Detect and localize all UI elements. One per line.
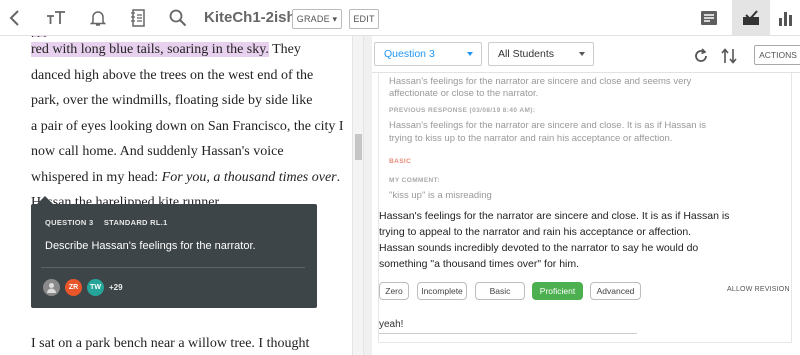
standard-label: STANDARD RL.1 [103, 218, 168, 227]
grade-label: GRADE [296, 14, 330, 24]
previous-response-line-1: Hassan's feelings for the narrator are s… [389, 120, 707, 131]
question-text: Describe Hassan's feelings for the narra… [45, 240, 256, 252]
grading-tab[interactable] [732, 0, 770, 35]
sort-icon[interactable] [720, 44, 738, 68]
text-line-6-pre: whispered in my head: [31, 169, 162, 185]
responses-tab[interactable] [690, 0, 728, 35]
reader-scrollbar[interactable] [352, 36, 364, 355]
more-students-count[interactable]: +29 [109, 283, 123, 292]
previous-response-line-2: trying to kiss up to the narrator and ra… [389, 133, 673, 144]
text-line-2: danced high above the trees on the west … [31, 67, 314, 83]
score-advanced-button[interactable]: Advanced [590, 282, 641, 300]
refresh-icon[interactable] [692, 44, 710, 68]
score-zero-button[interactable]: Zero [379, 282, 409, 300]
avatar[interactable] [43, 279, 60, 296]
grade-dropdown[interactable]: GRADE ▾ [292, 9, 342, 29]
text-line-6: whispered in my head: For you, a thousan… [31, 165, 341, 191]
highlighted-text[interactable]: red with long blue tails, soaring in the… [31, 42, 269, 57]
edit-button[interactable]: EDIT [349, 9, 379, 29]
scrollbar-thumb[interactable] [355, 134, 362, 160]
popover-meta: QUESTION 3 STANDARD RL.1 [45, 218, 176, 227]
text-line-1-rest: They [268, 42, 301, 57]
history-response-line-2: affectionate or close to the narrator. [389, 88, 539, 99]
stats-tab[interactable] [772, 0, 800, 35]
students-select[interactable]: All Students [488, 42, 594, 66]
question-select[interactable]: Question 3 [374, 42, 482, 66]
notebook-icon[interactable] [128, 6, 148, 30]
current-response-line: trying to appeal to the narrator and rai… [379, 226, 692, 238]
students-select-value: All Students [498, 48, 555, 60]
current-response-line: Hassan's feelings for the narrator are s… [379, 210, 730, 222]
text-size-icon[interactable] [44, 6, 68, 30]
current-response-line: Hassan sounds incredibly devoted to the … [379, 242, 699, 254]
current-response: Hassan's feelings for the narrator are s… [379, 208, 779, 272]
document-title: KiteCh1-2ish [204, 9, 296, 26]
back-icon[interactable] [6, 6, 24, 30]
question-select-value: Question 3 [384, 48, 435, 60]
allow-revision-link[interactable]: ALLOW REVISION [727, 286, 790, 293]
bar-chart-icon [779, 11, 792, 26]
score-proficient-button[interactable]: Proficient [532, 282, 583, 300]
text-line-4: a pair of eyes looking down on San Franc… [31, 118, 344, 134]
avatar[interactable]: ZR [65, 279, 82, 296]
popover-divider [41, 267, 305, 268]
previous-score-label: BASIC [389, 158, 412, 165]
previous-response-label: PREVIOUS RESPONSE (03/08/19 8:40 AM): [389, 107, 536, 114]
checkmark-inbox-icon [743, 9, 759, 25]
score-incomplete-button[interactable]: Incomplete [417, 282, 467, 300]
avatar[interactable]: TW [87, 279, 104, 296]
current-response-line: something "a thousand times over" for hi… [379, 258, 580, 270]
responses-icon [701, 10, 717, 25]
text-line-6-italic: For you, a thousand times over [161, 169, 337, 185]
grading-panel: Question 3 All Students ACTIONS Hassan's… [372, 36, 800, 355]
reader-pane: [?] red with long blue tails, soaring in… [0, 36, 352, 355]
search-icon[interactable] [168, 6, 188, 30]
text-line-1: red with long blue tails, soaring in the… [31, 37, 341, 63]
bell-icon[interactable] [88, 6, 108, 30]
score-basic-button[interactable]: Basic [475, 282, 525, 300]
comment-input[interactable]: yeah! [379, 312, 637, 334]
text-line-bottom: I sat on a park bench near a willow tree… [31, 336, 310, 351]
text-line-6-post: . [336, 169, 341, 185]
question-popover[interactable]: QUESTION 3 STANDARD RL.1 Describe Hassan… [31, 196, 317, 308]
text-line-3: park, over the windmills, floating side … [31, 93, 313, 108]
question-number-label: QUESTION 3 [45, 218, 94, 227]
my-comment-text: "kiss up" is a misreading [389, 190, 492, 201]
reader-text: [?] red with long blue tails, soaring in… [31, 36, 344, 231]
top-toolbar: KiteCh1-2ish GRADE ▾ EDIT [0, 0, 800, 36]
my-comment-label: MY COMMENT: [389, 177, 440, 184]
chevron-down-icon [467, 52, 473, 56]
text-line-5: now call home. And suddenly Hassan's voi… [31, 144, 284, 159]
user-photo-icon [47, 283, 56, 293]
chevron-down-icon [579, 52, 585, 56]
actions-button[interactable]: ACTIONS [754, 45, 800, 65]
pane-gutter [364, 36, 372, 355]
